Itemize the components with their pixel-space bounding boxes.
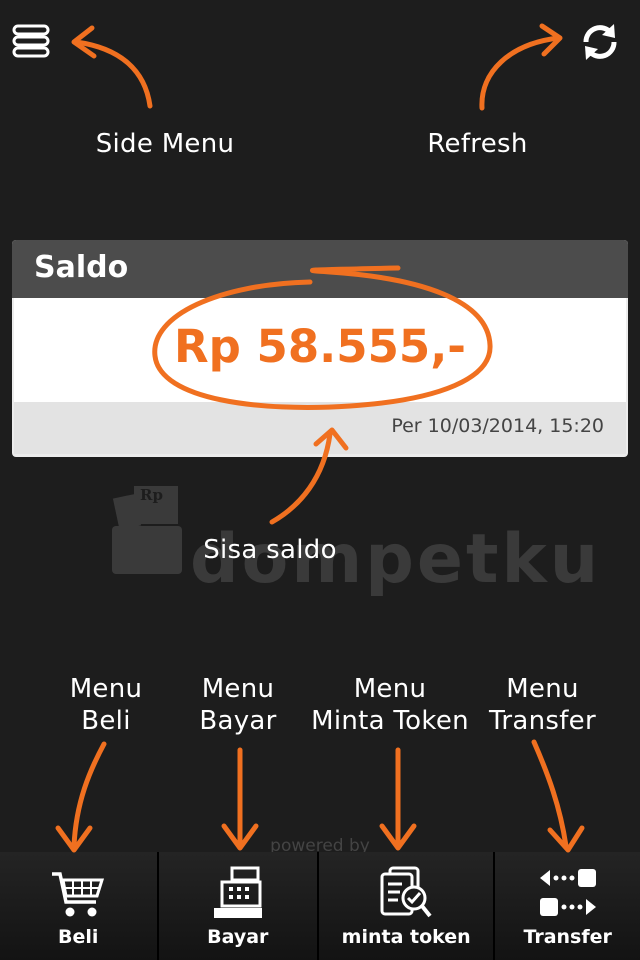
tab-minta-token-label: minta token [341, 926, 471, 948]
tab-transfer[interactable]: Transfer [495, 852, 640, 960]
refresh-arrowhead [539, 23, 563, 57]
tab-beli-label: Beli [58, 926, 99, 948]
tab-minta-token[interactable]: minta token [319, 852, 496, 960]
token-annotation: Menu Minta Token [311, 674, 469, 736]
balance-card: Saldo Rp 58.555,- Per 10/03/2014, 15:20 [12, 240, 628, 457]
balance-updated-date: Per 10/03/2014, 15:20 [391, 415, 604, 437]
refresh-icon[interactable] [578, 20, 622, 64]
transfer-arrowhead [547, 825, 585, 853]
refresh-annotation: Refresh [427, 129, 528, 159]
transfer-icon [539, 869, 596, 916]
tab-bayar[interactable]: Bayar [158, 852, 320, 960]
transfer-arrow [531, 739, 569, 849]
beli-annotation: Menu Beli [69, 674, 143, 736]
token-request-icon [380, 866, 432, 918]
tab-transfer-label: Transfer [523, 926, 612, 948]
cash-register-icon [213, 866, 262, 918]
beli-arrowhead [55, 825, 93, 853]
side-menu-arrow [73, 39, 153, 109]
bottom-tab-bar: Beli Bayar minta token Transfer [0, 852, 640, 960]
balance-title: Saldo [34, 250, 129, 285]
side-menu-annotation: Side Menu [95, 129, 235, 159]
balance-amount: Rp 58.555,- [174, 320, 466, 373]
beli-arrow [71, 741, 107, 849]
side-menu-arrowhead [71, 25, 97, 59]
logo-badge: Rp [140, 486, 163, 504]
cart-icon [52, 872, 105, 917]
bayar-annotation: Menu Bayar [199, 674, 277, 736]
refresh-arrow [479, 35, 561, 111]
transfer-annotation: Menu Transfer [489, 674, 596, 736]
tab-beli[interactable]: Beli [0, 852, 159, 960]
tab-bayar-label: Bayar [207, 926, 269, 948]
hamburger-icon[interactable] [12, 22, 50, 60]
balance-annotation: Sisa saldo [203, 535, 337, 565]
